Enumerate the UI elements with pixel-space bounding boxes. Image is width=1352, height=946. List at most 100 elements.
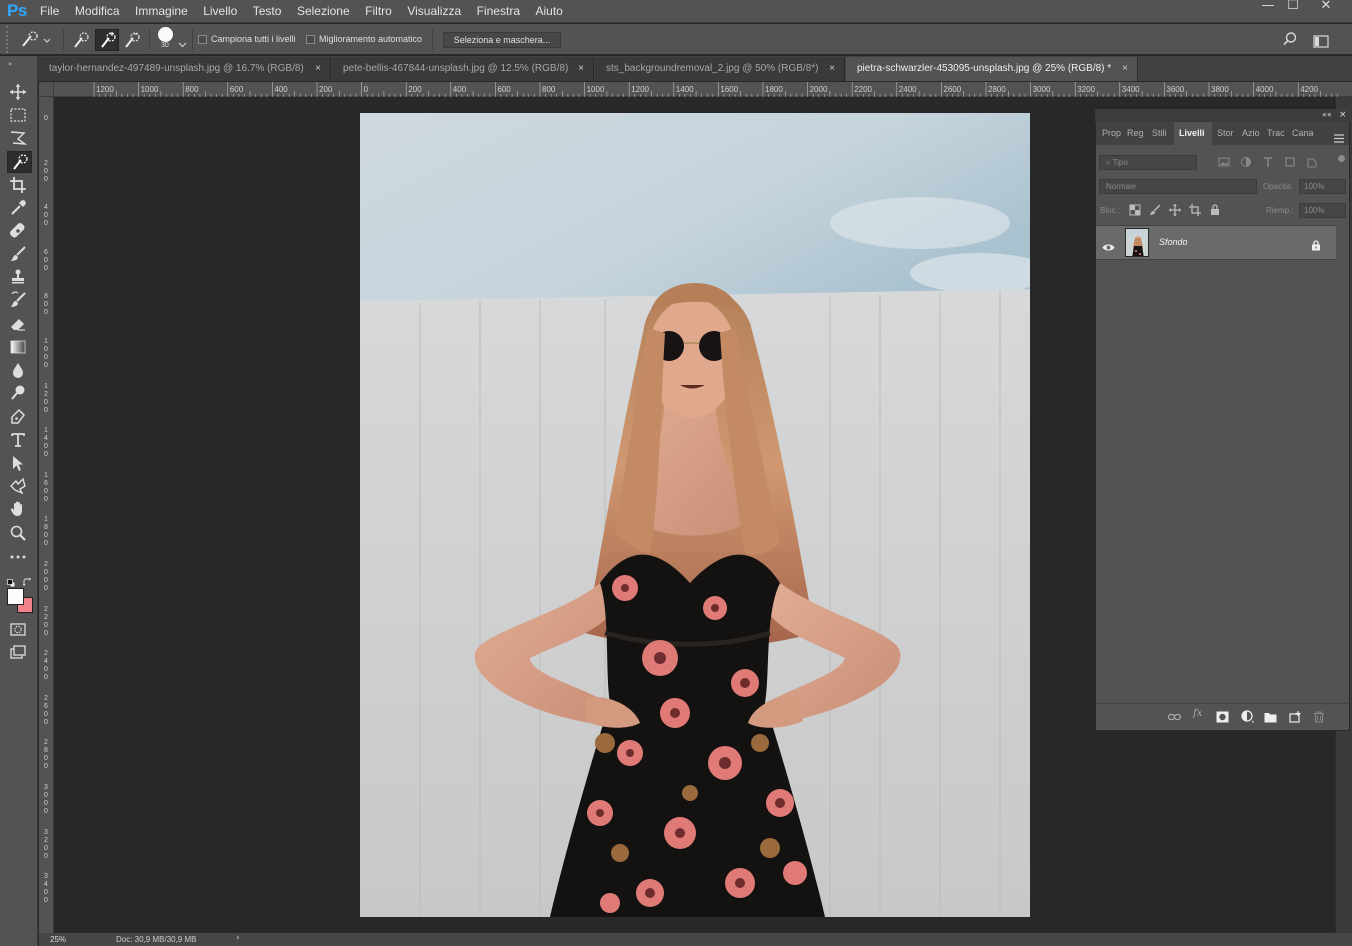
clone-stamp-tool[interactable] [9, 268, 31, 288]
lock-transparent-pixels-icon[interactable] [1129, 204, 1141, 216]
maximize-button[interactable]: ☐ [1280, 0, 1306, 12]
menu-selezione[interactable]: Selezione [297, 4, 350, 18]
lock-image-pixels-icon[interactable] [1149, 204, 1161, 216]
foreground-color-swatch[interactable] [7, 588, 24, 605]
zoom-level-field[interactable]: 25% [50, 935, 84, 945]
more-tools-button[interactable] [9, 548, 31, 568]
quick-mask-button[interactable] [9, 620, 31, 640]
move-tool[interactable] [9, 83, 31, 103]
brush-tool[interactable] [9, 245, 31, 265]
fx-icon[interactable]: fx [1193, 708, 1206, 720]
tab-adjustments[interactable]: Reg [1127, 122, 1147, 145]
type-tool[interactable] [9, 431, 31, 451]
tab-pete-bellis[interactable]: pete-bellis-467844-unsplash.jpg @ 12.5% … [332, 57, 594, 81]
blur-tool[interactable] [9, 361, 31, 381]
layer-name[interactable]: Sfondo [1159, 237, 1188, 247]
smart-object-filter-icon[interactable] [1306, 156, 1318, 168]
close-icon[interactable]: × [829, 57, 835, 81]
type-filter-icon[interactable] [1262, 156, 1274, 168]
tab-layers[interactable]: Livelli [1174, 122, 1212, 145]
quick-selection-tool[interactable] [7, 151, 32, 173]
minimize-button[interactable]: — [1255, 0, 1281, 12]
crop-tool[interactable] [9, 176, 31, 196]
tab-properties[interactable]: Prop [1102, 122, 1122, 145]
menu-visualizza[interactable]: Visualizza [407, 4, 461, 18]
pen-tool[interactable] [9, 408, 31, 428]
brush-picker-dropdown[interactable] [178, 34, 187, 53]
new-group-button[interactable] [1264, 708, 1277, 723]
adjustment-filter-icon[interactable] [1240, 156, 1252, 168]
zoom-tool[interactable] [9, 524, 31, 544]
layer-visibility-toggle[interactable] [1102, 237, 1115, 256]
panel-menu-button[interactable] [1334, 128, 1344, 147]
path-selection-tool[interactable] [9, 454, 31, 474]
collapse-tools-icon[interactable]: » [8, 60, 12, 68]
panel-header[interactable] [1095, 109, 1350, 122]
document-size-info[interactable]: Doc: 30,9 MB/30,9 MB [116, 935, 196, 944]
menu-finestra[interactable]: Finestra [477, 4, 520, 18]
ruler-origin[interactable] [39, 82, 54, 97]
close-button[interactable]: ✕ [1313, 0, 1339, 12]
history-brush-tool[interactable] [9, 291, 31, 311]
menu-file[interactable]: File [40, 4, 59, 18]
custom-shape-tool[interactable] [9, 477, 31, 497]
filter-toggle[interactable] [1338, 155, 1345, 162]
lock-position-icon[interactable] [1169, 204, 1181, 216]
select-and-mask-button[interactable]: Seleziona e maschera... [443, 32, 561, 48]
add-mask-button[interactable] [1216, 708, 1229, 723]
new-layer-button[interactable] [1289, 708, 1302, 723]
opacity-field[interactable]: 100% [1299, 179, 1346, 194]
add-to-selection-button[interactable] [95, 29, 119, 51]
tab-styles[interactable]: Stili [1152, 122, 1172, 145]
tab-sts-backgroundremoval[interactable]: sts_backgroundremoval_2.jpg @ 50% (RGB/8… [595, 57, 845, 81]
default-colors-button[interactable] [7, 572, 16, 588]
screen-mode-button[interactable] [9, 644, 31, 664]
options-grip[interactable] [6, 26, 11, 53]
tab-channels[interactable]: Cana [1292, 122, 1313, 145]
close-icon[interactable]: × [315, 57, 321, 81]
tab-paths[interactable]: Trac [1267, 122, 1286, 145]
dodge-tool[interactable] [9, 384, 31, 404]
tab-actions[interactable]: Azio [1242, 122, 1261, 145]
eraser-tool[interactable] [9, 315, 31, 335]
gradient-tool[interactable] [9, 338, 31, 358]
swap-colors-button[interactable] [23, 572, 32, 586]
vertical-ruler[interactable]: 0 200 400 600 800 1000 1200 1400 1600 1800 2000 220… [39, 97, 54, 933]
auto-enhance-checkbox[interactable] [306, 35, 315, 44]
menu-aiuto[interactable]: Aiuto [536, 4, 563, 18]
hand-tool[interactable] [9, 500, 31, 520]
close-icon[interactable]: × [1122, 57, 1128, 81]
tab-taylor-hernandez[interactable]: taylor-hernandez-497489-unsplash.jpg @ 1… [38, 57, 331, 81]
healing-brush-tool[interactable] [9, 222, 31, 242]
menu-modifica[interactable]: Modifica [75, 4, 120, 18]
search-button[interactable] [1282, 31, 1298, 51]
image-filter-icon[interactable] [1218, 156, 1230, 168]
delete-layer-button[interactable] [1313, 708, 1326, 723]
link-layers-button[interactable] [1167, 708, 1182, 721]
document-image[interactable] [360, 113, 1030, 917]
adjustment-layer-button[interactable] [1241, 708, 1254, 723]
menu-immagine[interactable]: Immagine [135, 4, 188, 18]
workspace-button[interactable] [1313, 33, 1329, 52]
eyedropper-tool[interactable] [9, 199, 31, 219]
fill-field[interactable]: 100% [1299, 203, 1346, 218]
lasso-tool[interactable] [9, 129, 31, 149]
menu-filtro[interactable]: Filtro [365, 4, 392, 18]
menu-testo[interactable]: Testo [253, 4, 282, 18]
tab-history[interactable]: Stor [1217, 122, 1236, 145]
marquee-tool[interactable] [9, 106, 31, 126]
tab-pietra-schwarzler[interactable]: pietra-schwarzler-453095-unsplash.jpg @ … [846, 57, 1138, 81]
layer-filter-select[interactable]: ⌕ Tipo [1099, 155, 1197, 170]
lock-artboard-icon[interactable] [1189, 204, 1201, 216]
brush-preview-icon[interactable] [158, 27, 173, 42]
status-menu-arrow[interactable]: › [236, 933, 240, 943]
new-selection-button[interactable] [72, 31, 90, 53]
sample-all-layers-checkbox[interactable] [198, 35, 207, 44]
blend-mode-select[interactable]: Normale [1099, 179, 1257, 194]
subtract-from-selection-button[interactable] [123, 31, 141, 53]
collapse-panel-icon[interactable]: «« [1322, 110, 1332, 119]
lock-all-icon[interactable] [1209, 204, 1221, 216]
menu-livello[interactable]: Livello [203, 4, 237, 18]
horizontal-ruler[interactable]: 1200 1000 800 600 400 200 0 200 400 600 800 1000 120… [39, 82, 1352, 97]
tool-preset-picker[interactable] [20, 31, 51, 53]
